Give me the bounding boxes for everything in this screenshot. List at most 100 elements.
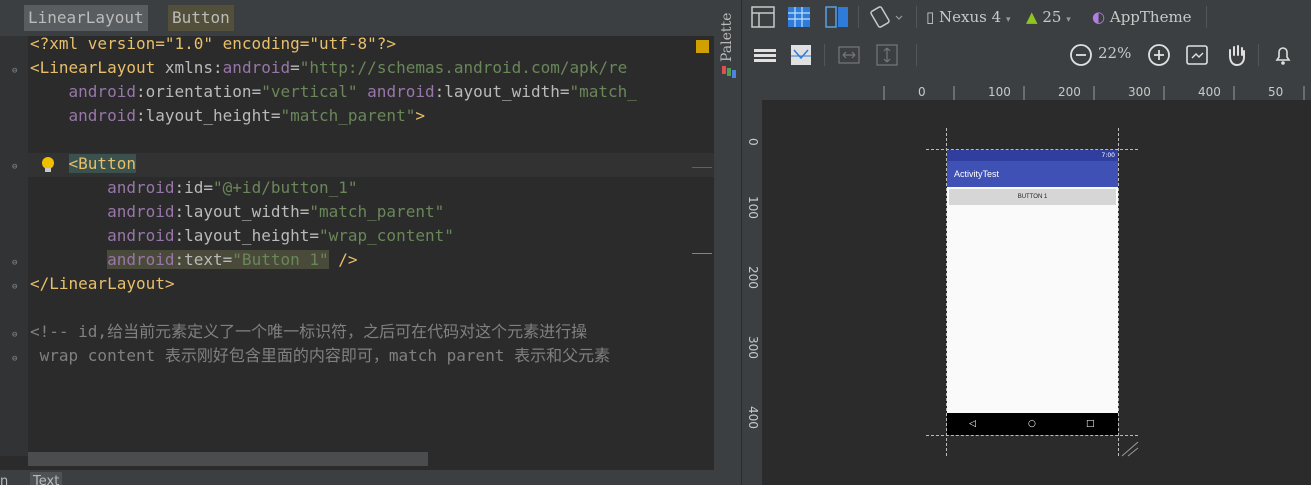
navigation-bar: ◁ ○ □ [947,413,1118,435]
code-line-3: android:orientation="vertical" android:l… [30,80,637,104]
pan-hand-icon[interactable] [1224,42,1250,68]
tab-design[interactable]: n [0,472,8,485]
code-line-11: </LinearLayout> [30,272,175,296]
device-name: Nexus 4 [939,8,1002,26]
layers-icon[interactable] [752,42,778,68]
toolbar-separator [1206,6,1207,28]
breadcrumb-item-button[interactable]: Button [168,5,234,31]
code-string: "Button 1" [232,250,329,269]
chevron-down-icon: ▾ [1005,15,1011,25]
zoom-in-icon[interactable] [1146,42,1172,68]
api-level-selector[interactable]: ▲ 25 ▾ [1026,4,1071,30]
code-string: "match_ [569,82,637,101]
code-string: "vertical" [261,82,358,101]
code-string: "@+id/button_1" [213,178,358,197]
device-selector[interactable]: ▯ Nexus 4 ▾ [926,4,1011,30]
code-tag: </LinearLayout> [30,274,175,293]
device-preview[interactable]: 7:00 ActivityTest BUTTON 1 ◁ ○ □ [947,150,1118,435]
preview-button-1[interactable]: BUTTON 1 [949,189,1116,205]
code-namespace: android [367,82,435,101]
palette-strip: Palette [714,0,742,485]
toolbar-separator [1258,44,1259,66]
breadcrumb-item-linearlayout[interactable]: LinearLayout [24,5,148,31]
code-namespace: android [107,250,175,269]
code-string: "match_parent" [309,202,445,221]
chevron-down-icon: ▾ [1066,15,1071,25]
code-attr: :layout_height= [135,106,281,125]
ruler-label: 50 [1268,85,1284,99]
blueprint-view-icon[interactable] [786,4,812,30]
fold-icon[interactable]: ⊖ [12,282,22,292]
toolbar-separator [916,44,917,66]
layout-designer: Palette ▯ Nexus 4 ▾ ▲ 25 ▾ ◐ AppTheme 22… [714,0,1311,485]
ruler-label: 100 [746,196,760,219]
fold-icon[interactable]: ⊖ [12,66,22,76]
status-time: 7:00 [1101,152,1115,159]
ruler-label: 300 [1128,85,1151,99]
code-attr: xmlns: [155,58,223,77]
code-attr: = [290,58,300,77]
fold-icon[interactable]: ⊖ [12,354,22,364]
constraint-icon[interactable] [788,42,814,68]
resize-handle-icon[interactable] [1118,438,1142,458]
code-line-2: <LinearLayout xmlns:android="http://sche… [30,56,627,80]
recents-icon[interactable]: □ [1086,413,1095,435]
ruler-label: 400 [1198,85,1221,99]
fold-icon[interactable]: ⊖ [12,162,22,172]
code-line-7: android:id="@+id/button_1" [30,176,358,200]
code-string: "http://schemas.android.com/apk/re [299,58,628,77]
toolbar-separator [916,6,917,28]
rotate-orientation-icon[interactable] [868,4,904,30]
toolbar-separator [824,44,825,66]
breadcrumb: LinearLayout Button [0,0,714,36]
error-stripe[interactable] [692,60,712,460]
back-icon[interactable]: ◁ [969,413,976,435]
ruler-label: 0 [918,85,926,99]
design-view-icon[interactable] [750,4,776,30]
expand-horizontal-icon[interactable] [836,42,862,68]
designer-toolbar-top: ▯ Nexus 4 ▾ ▲ 25 ▾ ◐ AppTheme [742,0,1311,34]
palette-label[interactable]: Palette [719,2,735,62]
toolbar-separator [858,6,859,28]
code-tag: <LinearLayout [30,58,156,77]
code-attr: :layout_width= [174,202,310,221]
warning-marker-icon[interactable] [696,40,709,53]
home-icon[interactable]: ○ [1028,413,1036,435]
code-editor[interactable]: LinearLayout Button ⊖ ⊖ ⊖ ⊖ ⊖ ⊖ <?xml ve… [0,0,714,485]
ruler-label: 0 [746,138,760,146]
code-tag: <Button [68,154,136,173]
palette-icon[interactable] [722,66,736,84]
code-line-6: <Button [30,152,136,176]
fold-icon[interactable]: ⊖ [12,258,22,268]
device-guide [926,435,1138,436]
code-namespace: android [222,58,291,77]
zoom-out-icon[interactable] [1068,42,1094,68]
ruler-label: 200 [1058,85,1081,99]
code-attr: :layout_height= [174,226,320,245]
code-attr: :text= [174,250,233,269]
code-namespace: android [107,226,175,245]
zoom-to-fit-icon[interactable] [1184,42,1210,68]
ruler-horizontal: 0 100 200 300 400 50 [742,80,1311,100]
status-bar: 7:00 [947,150,1118,161]
code-attr: :id= [174,178,214,197]
code-line-4: android:layout_height="match_parent"> [30,104,425,128]
code-tag: > [415,106,425,125]
editor-bottom-tabs: n Text [0,470,714,485]
code-comment: <!-- id,给当前元素定义了一个唯一标识符，之后可在代码对这个元素进行操 [30,322,588,341]
code-line-14: wrap content 表示刚好包含里面的内容即可，match parent … [30,344,610,368]
ruler-label: 300 [746,336,760,359]
split-view-icon[interactable] [824,4,850,30]
fold-icon[interactable]: ⊖ [12,330,22,340]
notifications-bell-icon[interactable] [1270,42,1296,68]
code-namespace: android [107,202,175,221]
expand-vertical-icon[interactable] [874,42,900,68]
horizontal-scrollbar[interactable] [28,452,428,466]
code-namespace: android [68,106,136,125]
ruler-label: 200 [746,266,760,289]
ruler-label: 400 [746,406,760,429]
theme-selector[interactable]: ◐ AppTheme [1092,4,1192,30]
api-level: 25 [1042,8,1062,26]
tab-text[interactable]: Text [30,472,63,485]
code-string: "match_parent" [280,106,416,125]
